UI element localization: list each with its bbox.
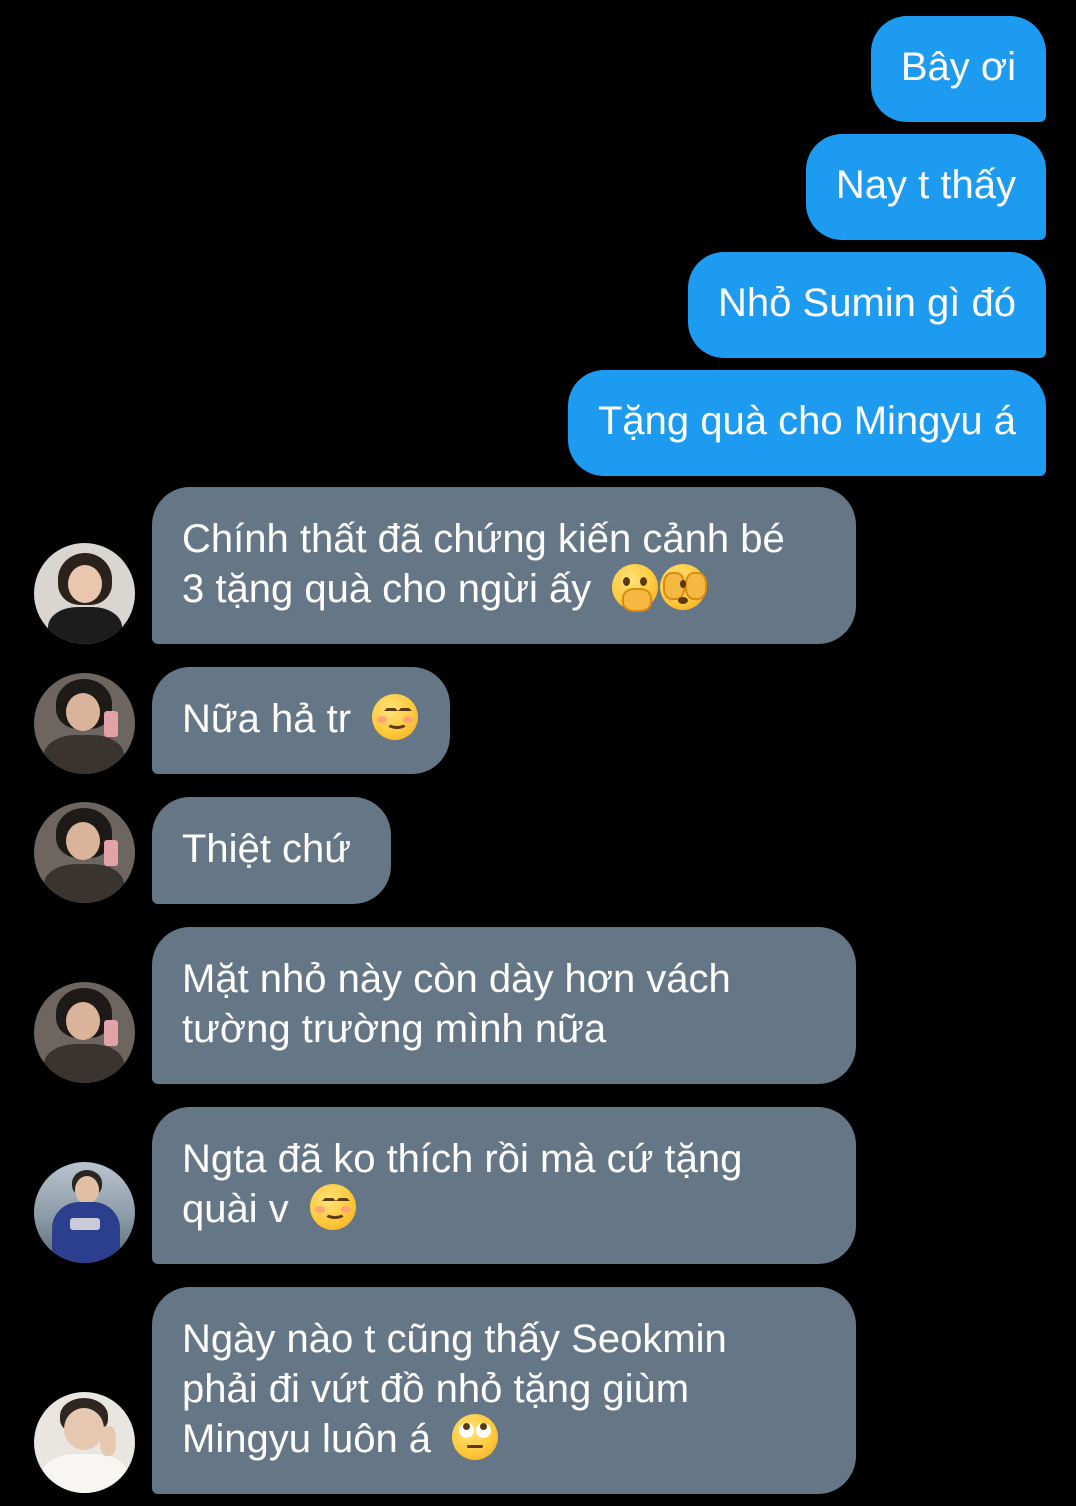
incoming-message-bubble[interactable]: Ngày nào t cũng thấy Seokmin phải đi vứt… <box>152 1287 856 1494</box>
message-text: 3 tặng quà cho ngừi ấy <box>182 567 592 611</box>
message-text: Thiệt chứ <box>182 827 352 871</box>
incoming-message-bubble[interactable]: Thiệt chứ <box>152 797 391 904</box>
message-text: Chính thất đã chứng kiến cảnh bé <box>182 517 785 561</box>
message-text: Bây ơi <box>900 45 1016 89</box>
sender-avatar[interactable] <box>34 982 135 1083</box>
face-with-peeking-eye-icon <box>660 564 708 610</box>
chat-screen: { "messages": [ { "direction": "outgoing… <box>0 0 1076 1506</box>
incoming-message-bubble[interactable]: Mặt nhỏ này còn dày hơn vách tường trườn… <box>152 927 856 1084</box>
sender-avatar[interactable] <box>34 1392 135 1493</box>
outgoing-message-bubble[interactable]: Bây ơi <box>870 16 1046 122</box>
message-text: Tặng quà cho Mingyu á <box>597 399 1016 443</box>
incoming-message-bubble[interactable]: Chính thất đã chứng kiến cảnh bé 3 tặng … <box>152 487 856 644</box>
outgoing-message-bubble[interactable]: Nhỏ Sumin gì đó <box>688 252 1046 358</box>
message-text: tường trường mình nữa <box>182 1007 607 1051</box>
incoming-message-bubble[interactable]: Nữa hả tr <box>152 667 450 774</box>
outgoing-message-bubble[interactable]: Tặng quà cho Mingyu á <box>567 370 1046 476</box>
message-text: Nay t thấy <box>835 163 1016 207</box>
message-text: Nhỏ Sumin gì đó <box>718 281 1016 325</box>
message-text: Mặt nhỏ này còn dày hơn vách <box>182 957 731 1001</box>
face-with-hand-over-mouth-icon <box>612 564 659 612</box>
sender-avatar[interactable] <box>34 673 135 774</box>
message-text: Ngta đã ko thích rồi mà cứ tặng <box>182 1137 743 1181</box>
face-with-rolling-eyes-icon <box>452 1414 499 1460</box>
smiling-face-with-smiling-eyes-icon <box>309 1184 356 1230</box>
smiling-face-with-smiling-eyes-icon <box>372 694 419 740</box>
outgoing-message-bubble[interactable]: Nay t thấy <box>805 134 1046 240</box>
incoming-message-bubble[interactable]: Ngta đã ko thích rồi mà cứ tặng quài v <box>152 1107 856 1264</box>
message-text: Mingyu luôn á <box>182 1417 432 1461</box>
sender-avatar[interactable] <box>34 543 135 644</box>
message-text: phải đi vứt đồ nhỏ tặng giùm <box>182 1367 690 1411</box>
message-text: Nữa hả tr <box>182 697 352 741</box>
message-text: quài v <box>182 1187 289 1231</box>
sender-avatar[interactable] <box>34 1162 135 1263</box>
sender-avatar[interactable] <box>34 802 135 903</box>
message-text: Ngày nào t cũng thấy Seokmin <box>182 1317 727 1361</box>
